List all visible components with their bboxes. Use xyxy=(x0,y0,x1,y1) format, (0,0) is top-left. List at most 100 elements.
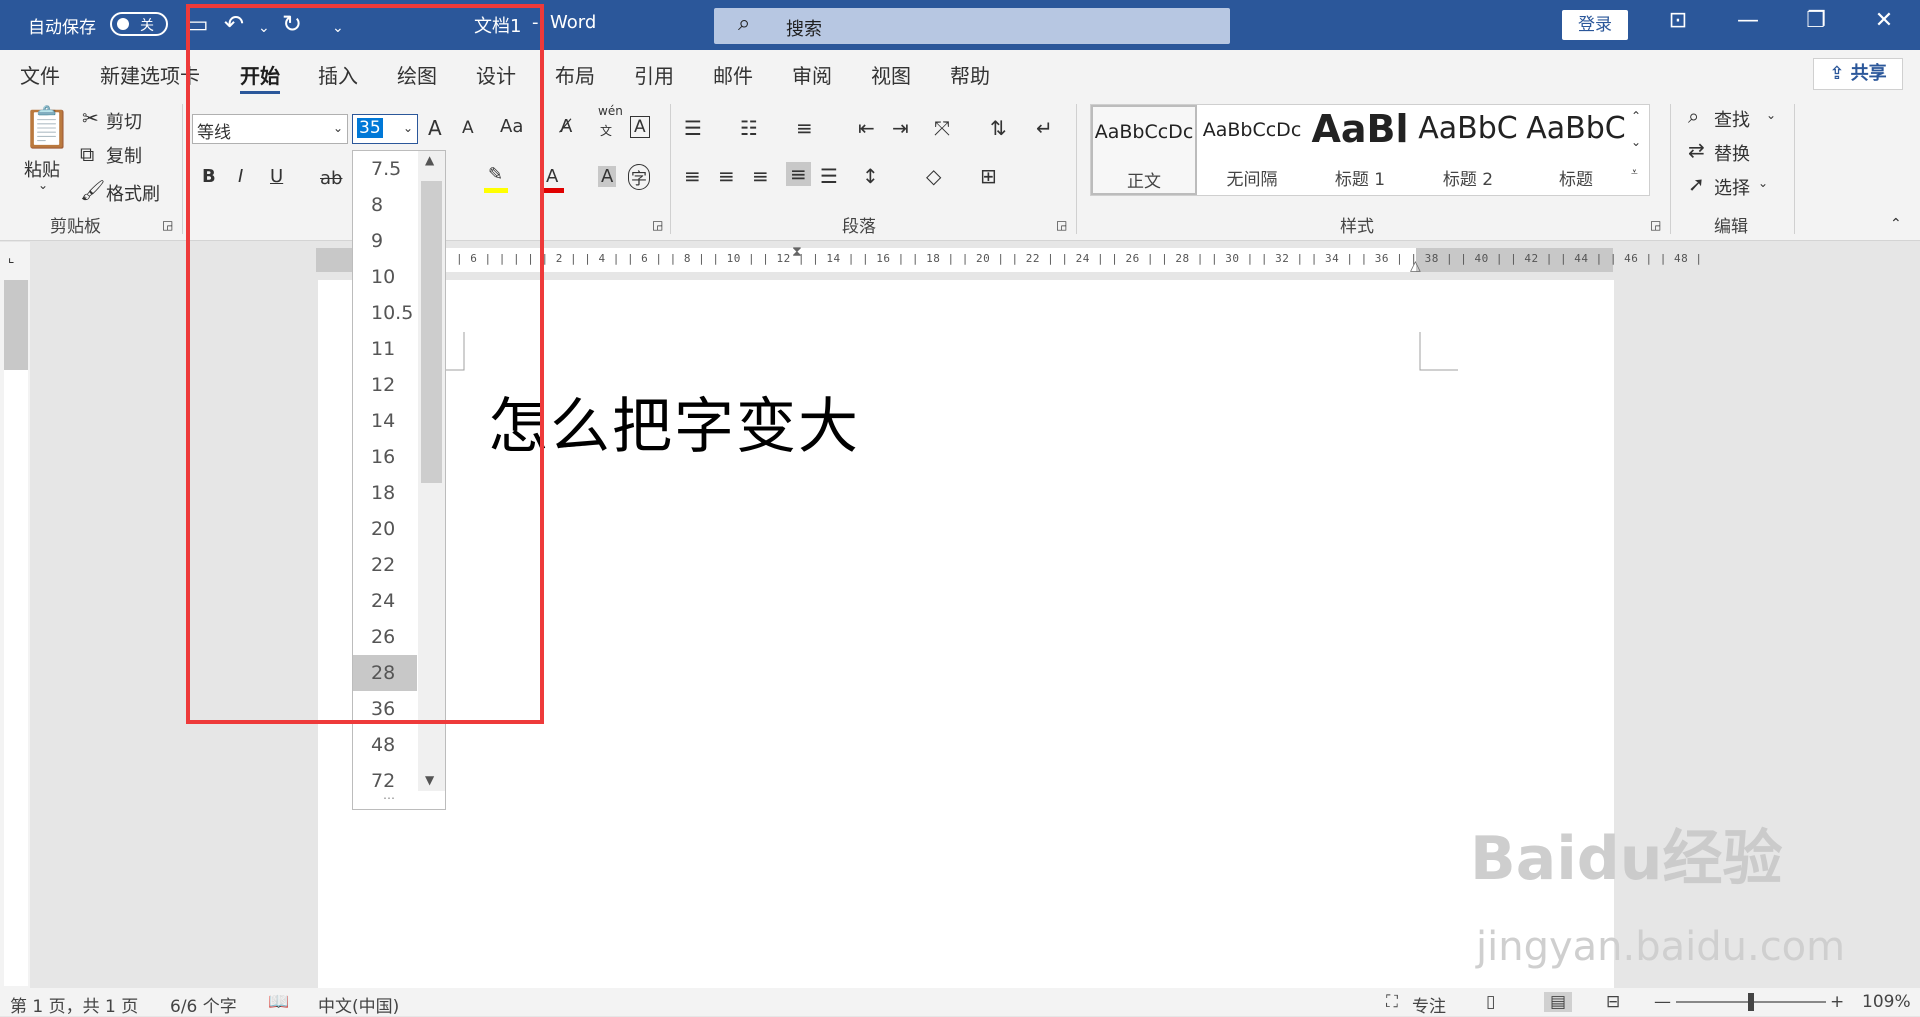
style-preview: AaBl xyxy=(1311,107,1409,151)
tab-mailings[interactable]: 邮件 xyxy=(713,60,753,89)
cut-button[interactable]: 剪切 xyxy=(106,108,142,134)
web-layout-icon[interactable]: ⊟ xyxy=(1606,992,1620,1012)
phonetic-guide-sub[interactable]: 文 xyxy=(600,122,612,139)
chevron-down-icon[interactable]: ⌄ xyxy=(1758,176,1768,190)
editing-group-label: 编辑 xyxy=(1714,217,1748,237)
copy-icon: ⧉ xyxy=(80,142,95,166)
sort-icon[interactable]: ⇅ xyxy=(990,116,1007,140)
style-name: 标题 xyxy=(1559,170,1593,190)
select-button[interactable]: 选择 xyxy=(1714,174,1750,200)
paste-dropdown-icon[interactable]: ⌄ xyxy=(38,178,48,192)
zoom-level[interactable]: 109% xyxy=(1862,992,1911,1012)
tab-help[interactable]: 帮助 xyxy=(950,60,990,89)
language[interactable]: 中文(中国) xyxy=(318,992,399,1017)
paragraph-launcher-icon[interactable]: ◲ xyxy=(1056,218,1067,232)
styles-launcher-icon[interactable]: ◲ xyxy=(1650,218,1661,232)
char-shading-button[interactable]: A xyxy=(598,166,617,187)
font-size-option[interactable]: 48 xyxy=(353,727,417,763)
style-name: 标题 2 xyxy=(1442,170,1494,190)
vertical-ruler[interactable] xyxy=(4,280,28,986)
watermark-url: jingyan.baidu.com xyxy=(1476,924,1846,970)
word-count[interactable]: 6/6 个字 xyxy=(170,992,237,1017)
share-label: 共享 xyxy=(1850,63,1887,84)
close-icon[interactable]: ✕ xyxy=(1864,8,1904,33)
collapse-ribbon-icon[interactable]: ⌃ xyxy=(1890,216,1902,232)
find-button[interactable]: 查找 xyxy=(1714,106,1750,132)
separator xyxy=(1794,104,1795,234)
resize-grip-icon[interactable]: ⋯ xyxy=(383,791,395,805)
multilevel-list-icon[interactable]: ≡ xyxy=(796,116,813,140)
align-left-icon[interactable]: ≡ xyxy=(684,164,701,188)
right-indent-marker-icon[interactable]: △ xyxy=(1410,258,1421,274)
gallery-more-icon[interactable]: ⩡ xyxy=(1631,165,1638,180)
focus-mode[interactable]: 专注 xyxy=(1412,992,1446,1017)
search-icon: ⌕ xyxy=(738,11,751,36)
autosave-toggle[interactable]: 关 xyxy=(110,12,168,36)
zoom-out-icon[interactable]: — xyxy=(1654,992,1671,1012)
style-heading-1[interactable]: AaBl 标题 1 xyxy=(1307,105,1413,195)
autosave-label: 自动保存 xyxy=(28,18,96,38)
page-count[interactable]: 第 1 页，共 1 页 xyxy=(10,992,138,1017)
show-marks-icon[interactable]: ↵ xyxy=(1036,116,1053,140)
chinese-layout-icon[interactable]: ⤧ xyxy=(934,116,950,140)
justify-icon[interactable]: ≡ xyxy=(786,162,811,186)
style-heading-2[interactable]: AaBbC 标题 2 xyxy=(1415,105,1521,195)
tab-review[interactable]: 审阅 xyxy=(792,60,832,89)
login-button[interactable]: 登录 xyxy=(1562,10,1628,40)
scroll-down-icon[interactable]: ▼ xyxy=(425,773,434,787)
style-name: 无间隔 xyxy=(1226,170,1278,190)
annotation-highlight-box xyxy=(186,4,544,724)
read-mode-icon[interactable]: ▯ xyxy=(1486,992,1495,1012)
search-box[interactable]: ⌕ 搜索 xyxy=(714,8,1230,44)
distributed-icon[interactable]: ☰ xyxy=(820,164,838,188)
tab-file[interactable]: 文件 xyxy=(20,60,60,89)
char-border-button[interactable]: A xyxy=(630,116,650,138)
tab-layout[interactable]: 布局 xyxy=(555,60,595,89)
tab-references[interactable]: 引用 xyxy=(634,60,674,89)
tab-view[interactable]: 视图 xyxy=(871,60,911,89)
restore-icon[interactable]: ❐ xyxy=(1796,8,1836,33)
clear-format-icon[interactable]: A̸ xyxy=(560,116,572,137)
tab-selector-icon[interactable]: ⌞ xyxy=(8,250,15,266)
borders-icon[interactable]: ⊞ xyxy=(980,164,997,188)
style-preview: AaBbCcDc xyxy=(1202,119,1302,141)
focus-icon: ⛶ xyxy=(1386,992,1398,1012)
tab-new[interactable]: 新建选项卡 xyxy=(100,60,200,89)
gallery-down-icon[interactable]: ⌄ xyxy=(1631,135,1641,149)
copy-button[interactable]: 复制 xyxy=(106,142,142,168)
numbering-icon[interactable]: ☷ xyxy=(740,116,758,140)
ribbon-display-icon[interactable]: ⊡ xyxy=(1658,8,1698,33)
separator xyxy=(182,104,183,234)
chevron-down-icon[interactable]: ⌄ xyxy=(1766,108,1776,122)
ruler-numbers: | 6 | | | | | 2 | | 4 | | 6 | | 8 | | 10… xyxy=(456,252,1703,265)
zoom-in-icon[interactable]: + xyxy=(1830,992,1844,1012)
share-button[interactable]: ⇪ 共享 xyxy=(1813,58,1903,90)
proofing-icon[interactable]: 📖 xyxy=(268,992,289,1012)
align-center-icon[interactable]: ≡ xyxy=(718,164,735,188)
status-bar: 第 1 页，共 1 页 6/6 个字 📖 中文(中国) ⛶ 专注 ▯ ▤ ⊟ —… xyxy=(0,988,1920,1017)
clipboard-launcher-icon[interactable]: ◲ xyxy=(162,218,173,232)
style-no-spacing[interactable]: AaBbCcDc 无间隔 xyxy=(1199,105,1305,195)
minimize-icon[interactable]: — xyxy=(1728,8,1768,33)
find-icon: ⌕ xyxy=(1688,104,1700,128)
enclose-char-button[interactable]: 字 xyxy=(628,164,651,190)
style-normal[interactable]: AaBbCcDc 正文 xyxy=(1091,105,1197,195)
gallery-up-icon[interactable]: ⌃ xyxy=(1631,109,1641,123)
increase-indent-icon[interactable]: ⇥ xyxy=(892,116,909,140)
style-title[interactable]: AaBbC 标题 xyxy=(1523,105,1629,195)
indent-marker-icon[interactable]: ⧗ xyxy=(792,244,802,260)
align-right-icon[interactable]: ≡ xyxy=(752,164,769,188)
format-painter-button[interactable]: 格式刷 xyxy=(106,180,160,206)
phonetic-guide-top[interactable]: wén xyxy=(598,104,623,118)
decrease-indent-icon[interactable]: ⇤ xyxy=(858,116,875,140)
zoom-slider-thumb[interactable] xyxy=(1748,993,1754,1011)
print-layout-icon[interactable]: ▤ xyxy=(1544,992,1573,1012)
line-spacing-icon[interactable]: ↕ xyxy=(862,164,879,188)
bullets-icon[interactable]: ☰ xyxy=(684,116,702,140)
font-color-icon[interactable]: A xyxy=(546,166,558,187)
replace-button[interactable]: 替换 xyxy=(1714,140,1750,166)
font-launcher-icon[interactable]: ◲ xyxy=(652,218,663,232)
shading-icon[interactable]: ◇ xyxy=(926,164,941,188)
paste-icon[interactable]: 📋 xyxy=(22,104,72,151)
style-preview: AaBbC xyxy=(1418,111,1518,146)
